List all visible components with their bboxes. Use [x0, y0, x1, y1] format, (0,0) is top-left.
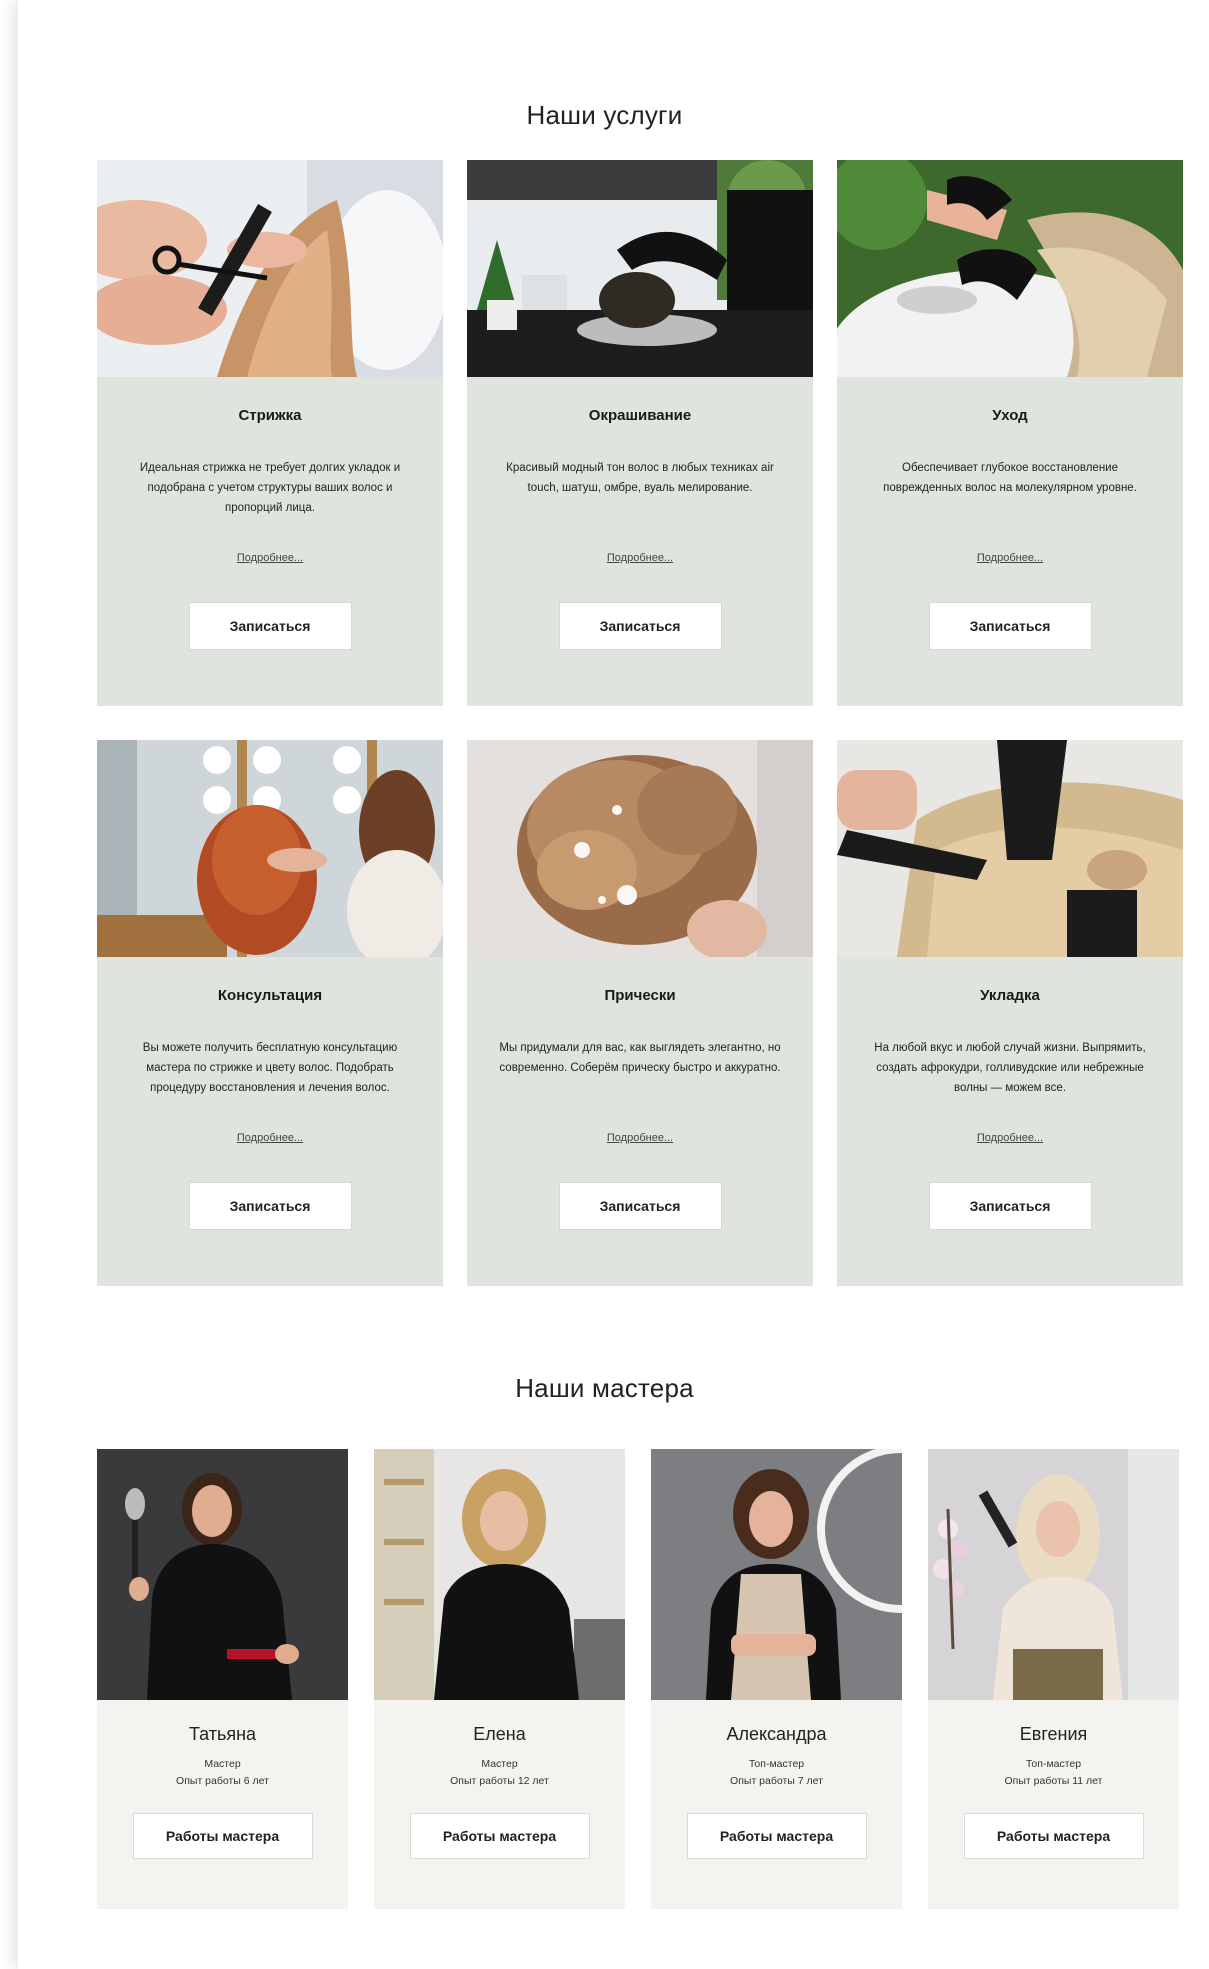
- master-role: Мастер: [481, 1758, 518, 1770]
- service-photo-styling: [837, 740, 1183, 957]
- service-title: Уход: [992, 407, 1028, 424]
- master-experience: Опыт работы 12 лет: [450, 1775, 549, 1787]
- master-photo: [928, 1449, 1179, 1700]
- master-works-button[interactable]: Работы мастера: [686, 1813, 867, 1859]
- book-button[interactable]: Записаться: [188, 1182, 352, 1230]
- service-card-haircut: Стрижка Идеальная стрижка не требует дол…: [97, 160, 443, 706]
- service-card-coloring: Окрашивание Красивый модный тон волос в …: [467, 160, 813, 706]
- book-button[interactable]: Записаться: [558, 1182, 722, 1230]
- master-card: Александра Топ-мастер Опыт работы 7 лет …: [651, 1449, 902, 1909]
- master-experience: Опыт работы 6 лет: [176, 1775, 269, 1787]
- master-photo: [651, 1449, 902, 1700]
- service-title: Прически: [604, 987, 676, 1004]
- service-description: Красивый модный тон волос в любых техник…: [506, 462, 774, 494]
- master-name: Евгения: [1019, 1724, 1088, 1744]
- master-card: Татьяна Мастер Опыт работы 6 лет Работы …: [97, 1449, 348, 1909]
- master-photo: [97, 1449, 348, 1700]
- service-title: Укладка: [980, 987, 1040, 1004]
- service-description: Вы можете получить бесплатную консультац…: [142, 1042, 398, 1094]
- service-more-link[interactable]: Подробнее...: [97, 1132, 443, 1144]
- service-more-link[interactable]: Подробнее...: [97, 552, 443, 564]
- book-button[interactable]: Записаться: [558, 602, 722, 650]
- master-works-button[interactable]: Работы мастера: [409, 1813, 590, 1859]
- master-card: Евгения Топ-мастер Опыт работы 11 лет Ра…: [928, 1449, 1179, 1909]
- master-role: Мастер: [204, 1758, 241, 1770]
- service-title: Стрижка: [238, 407, 302, 424]
- book-button[interactable]: Записаться: [928, 602, 1092, 650]
- service-description: Мы придумали для вас, как выглядеть элег…: [499, 1042, 781, 1074]
- service-description: Обеспечивает глубокое восстановление пов…: [883, 462, 1137, 494]
- service-description: Идеальная стрижка не требует долгих укла…: [139, 462, 401, 514]
- master-card: Елена Мастер Опыт работы 12 лет Работы м…: [374, 1449, 625, 1909]
- master-name: Александра: [726, 1724, 827, 1744]
- service-photo-coloring: [467, 160, 813, 377]
- master-photo: [374, 1449, 625, 1700]
- master-experience: Опыт работы 7 лет: [730, 1775, 823, 1787]
- master-experience: Опыт работы 11 лет: [1004, 1775, 1103, 1787]
- master-works-button[interactable]: Работы мастера: [963, 1813, 1144, 1859]
- service-photo-haircut: [97, 160, 443, 377]
- master-role: Топ-мастер: [748, 1758, 805, 1770]
- service-more-link[interactable]: Подробнее...: [467, 552, 813, 564]
- masters-section-title: Наши мастера: [515, 1373, 694, 1403]
- master-role: Топ-мастер: [1025, 1758, 1082, 1770]
- service-more-link[interactable]: Подробнее...: [837, 1132, 1183, 1144]
- service-card-hairstyles: Прически Мы придумали для вас, как выгля…: [467, 740, 813, 1286]
- service-card-styling: Укладка На любой вкус и любой случай жиз…: [837, 740, 1183, 1286]
- service-card-consultation: Консультация Вы можете получить бесплатн…: [97, 740, 443, 1286]
- service-more-link[interactable]: Подробнее...: [467, 1132, 813, 1144]
- service-photo-care: [837, 160, 1183, 377]
- service-description: На любой вкус и любой случай жизни. Выпр…: [874, 1042, 1146, 1094]
- service-photo-hairstyles: [467, 740, 813, 957]
- master-name: Елена: [473, 1724, 526, 1744]
- masters-grid: Татьяна Мастер Опыт работы 6 лет Работы …: [97, 1449, 1187, 1909]
- book-button[interactable]: Записаться: [188, 602, 352, 650]
- services-grid: Стрижка Идеальная стрижка не требует дол…: [97, 160, 1187, 1286]
- master-name: Татьяна: [188, 1724, 257, 1744]
- service-more-link[interactable]: Подробнее...: [837, 552, 1183, 564]
- book-button[interactable]: Записаться: [928, 1182, 1092, 1230]
- service-title: Консультация: [217, 987, 323, 1004]
- service-title: Окрашивание: [588, 407, 692, 424]
- services-section-title: Наши услуги: [526, 100, 683, 130]
- service-photo-consultation: [97, 740, 443, 957]
- service-card-care: Уход Обеспечивает глубокое восстановлени…: [837, 160, 1183, 706]
- master-works-button[interactable]: Работы мастера: [132, 1813, 313, 1859]
